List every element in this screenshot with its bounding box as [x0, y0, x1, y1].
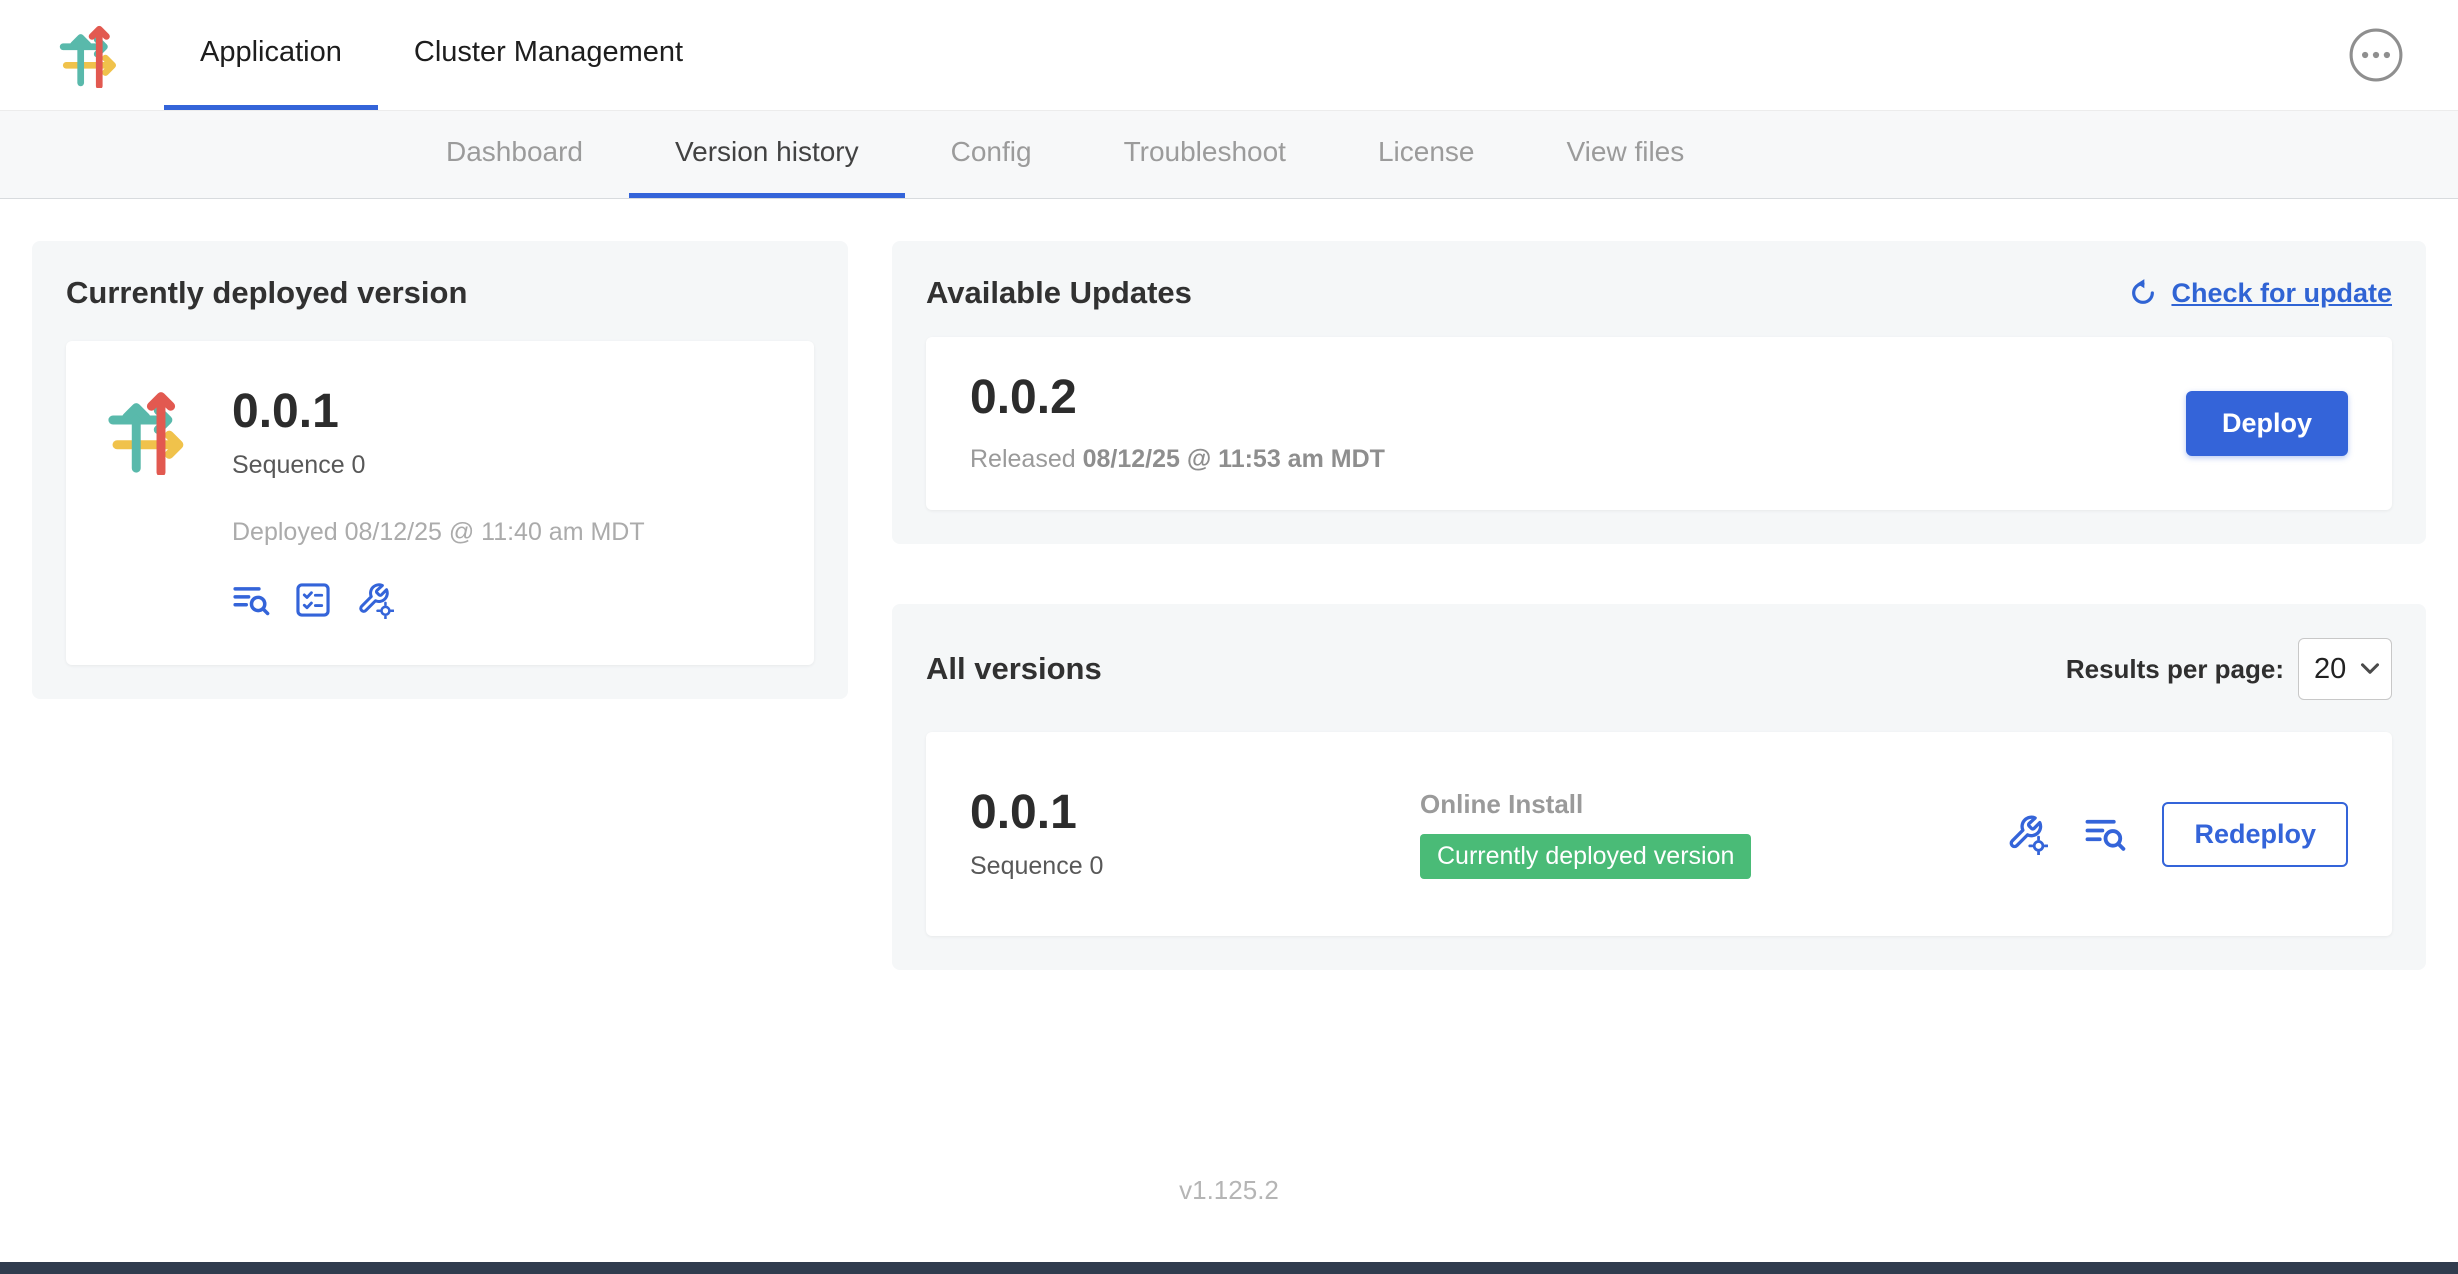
all-versions-card: All versions Results per page: 20 0.0.1 …: [892, 604, 2426, 970]
redeploy-button[interactable]: Redeploy: [2162, 802, 2348, 867]
subnav-item-view-files[interactable]: View files: [1520, 111, 1730, 198]
deployed-sequence: Sequence 0: [232, 451, 645, 480]
edit-config-icon[interactable]: [356, 581, 394, 619]
available-updates-title: Available Updates: [926, 275, 1192, 311]
available-updates-header: Available Updates Check for update: [926, 275, 2392, 311]
all-versions-header: All versions Results per page: 20: [926, 638, 2392, 700]
subnav-item-config[interactable]: Config: [905, 111, 1078, 198]
page-footer: v1.125.2: [0, 1175, 2458, 1206]
install-type-label: Online Install: [1420, 789, 2006, 820]
deployed-card-title: Currently deployed version: [66, 275, 814, 311]
currently-deployed-badge: Currently deployed version: [1420, 834, 1751, 879]
subnav-item-license[interactable]: License: [1332, 111, 1521, 198]
bottom-bar: [0, 1262, 2458, 1274]
subnav-item-version-history[interactable]: Version history: [629, 111, 905, 198]
app-logo-icon: [106, 387, 194, 619]
row-sequence: Sequence 0: [970, 852, 1420, 881]
main-content: Currently deployed version 0.0.1 Sequenc…: [0, 199, 2458, 970]
refresh-icon: [2127, 277, 2159, 309]
release-notes-icon[interactable]: [2084, 813, 2126, 855]
deployed-timestamp: Deployed 08/12/25 @ 11:40 am MDT: [232, 518, 645, 547]
version-row: 0.0.1 Sequence 0 Online Install Currentl…: [926, 732, 2392, 936]
update-version-details: 0.0.2 Released 08/12/25 @ 11:53 am MDT: [970, 373, 1385, 474]
right-column: Available Updates Check for update 0.0.2…: [892, 241, 2426, 970]
currently-deployed-card: Currently deployed version 0.0.1 Sequenc…: [32, 241, 848, 699]
top-nav: Application Cluster Management: [164, 0, 719, 110]
released-date: 08/12/25 @ 11:53 am MDT: [1083, 445, 1385, 473]
subnav-item-troubleshoot[interactable]: Troubleshoot: [1078, 111, 1332, 198]
tab-application[interactable]: Application: [164, 0, 378, 110]
subnav-item-dashboard[interactable]: Dashboard: [400, 111, 629, 198]
results-per-page-select[interactable]: 20: [2298, 638, 2392, 700]
results-per-page-group: Results per page: 20: [2066, 638, 2392, 700]
preflight-checks-icon[interactable]: [294, 581, 332, 619]
check-for-update-label: Check for update: [2171, 278, 2392, 309]
edit-config-icon[interactable]: [2006, 813, 2048, 855]
deployed-version-panel: 0.0.1 Sequence 0 Deployed 08/12/25 @ 11:…: [66, 341, 814, 665]
deployed-version-details: 0.0.1 Sequence 0 Deployed 08/12/25 @ 11:…: [232, 387, 645, 619]
app-logo[interactable]: [58, 0, 124, 110]
update-released-line: Released 08/12/25 @ 11:53 am MDT: [970, 445, 1385, 474]
update-row: 0.0.2 Released 08/12/25 @ 11:53 am MDT D…: [926, 337, 2392, 510]
console-version: v1.125.2: [1179, 1175, 1279, 1205]
update-version-number: 0.0.2: [970, 373, 1385, 423]
version-row-actions: Redeploy: [2006, 802, 2348, 867]
ellipsis-icon: [2348, 27, 2404, 83]
version-row-status: Online Install Currently deployed versio…: [1420, 789, 2006, 879]
app-logo-icon: [58, 22, 124, 88]
tab-cluster-management[interactable]: Cluster Management: [378, 0, 719, 110]
row-version-number: 0.0.1: [970, 788, 1420, 838]
version-row-details: 0.0.1 Sequence 0: [970, 788, 1420, 881]
top-header: Application Cluster Management: [0, 0, 2458, 111]
release-notes-icon[interactable]: [232, 581, 270, 619]
results-per-page-dropdown[interactable]: 20: [2298, 638, 2392, 700]
check-for-update-link[interactable]: Check for update: [2127, 277, 2392, 309]
deployed-version-number: 0.0.1: [232, 387, 645, 437]
deployed-icon-actions: [232, 581, 645, 619]
all-versions-title: All versions: [926, 651, 1102, 687]
available-updates-card: Available Updates Check for update 0.0.2…: [892, 241, 2426, 544]
released-prefix: Released: [970, 445, 1076, 473]
results-per-page-label: Results per page:: [2066, 654, 2284, 685]
app-subnav: Dashboard Version history Config Trouble…: [0, 111, 2458, 199]
overflow-menu-button[interactable]: [2348, 27, 2404, 83]
deploy-button[interactable]: Deploy: [2186, 391, 2348, 456]
